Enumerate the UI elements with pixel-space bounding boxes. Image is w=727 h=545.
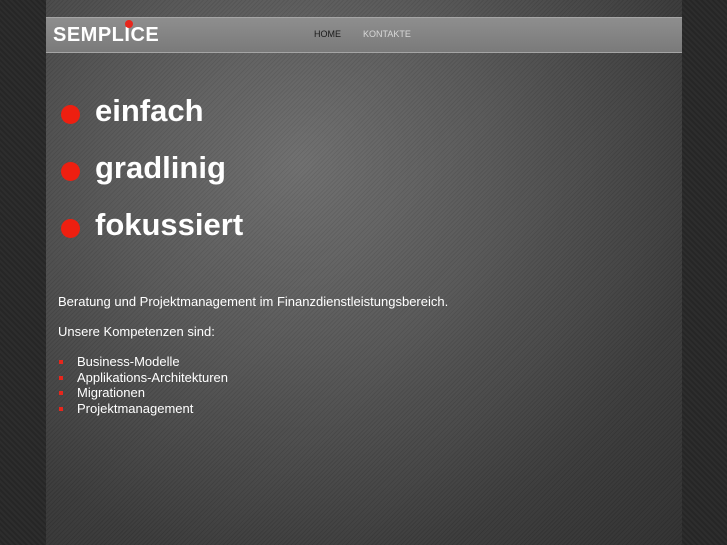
red-dot-icon — [61, 162, 80, 181]
red-dot-icon — [61, 105, 80, 124]
nav-kontakte-link[interactable]: KONTAKTE — [363, 29, 411, 39]
page-container: SEMPLICE HOME KONTAKTE einfach gradlinig… — [46, 0, 682, 545]
square-bullet-icon — [59, 406, 63, 411]
taglines: einfach gradlinig fokussiert — [61, 82, 243, 253]
competences-label: Unsere Kompetenzen sind: — [58, 324, 215, 339]
tagline-text: gradlinig — [95, 149, 226, 185]
left-background — [0, 0, 46, 545]
tagline-text: einfach — [95, 92, 204, 128]
right-background — [682, 0, 727, 545]
logo[interactable]: SEMPLICE — [53, 24, 159, 47]
tagline-text: fokussiert — [95, 206, 244, 242]
square-bullet-icon — [59, 375, 63, 380]
header-bar: SEMPLICE HOME KONTAKTE — [46, 17, 682, 53]
list-item: Projektmanagement — [58, 401, 658, 417]
list-item-label: Applikations-Architekturen — [77, 369, 229, 385]
red-dot-icon — [61, 219, 80, 238]
tagline-item: einfach — [61, 82, 243, 139]
nav-home-link[interactable]: HOME — [314, 29, 341, 39]
main-nav: HOME KONTAKTE — [314, 29, 411, 39]
list-item-label: Business-Modelle — [77, 354, 180, 369]
competences-list: Business-Modelle Applikations-Architektu… — [58, 354, 658, 416]
main-content: Beratung und Projektmanagement im Finanz… — [58, 294, 658, 416]
list-item: Business-Modelle — [58, 354, 658, 370]
tagline-item: gradlinig — [61, 139, 243, 196]
list-item: Migrationen — [58, 385, 658, 401]
tagline-item: fokussiert — [61, 196, 243, 253]
logo-dot-icon — [125, 20, 133, 28]
square-bullet-icon — [59, 360, 63, 364]
square-bullet-icon — [59, 391, 63, 395]
list-item-label: Projektmanagement — [77, 400, 194, 416]
list-item: Applikations-Architekturen — [58, 370, 658, 386]
list-item-label: Migrationen — [77, 385, 145, 400]
intro-text: Beratung und Projektmanagement im Finanz… — [58, 294, 449, 309]
